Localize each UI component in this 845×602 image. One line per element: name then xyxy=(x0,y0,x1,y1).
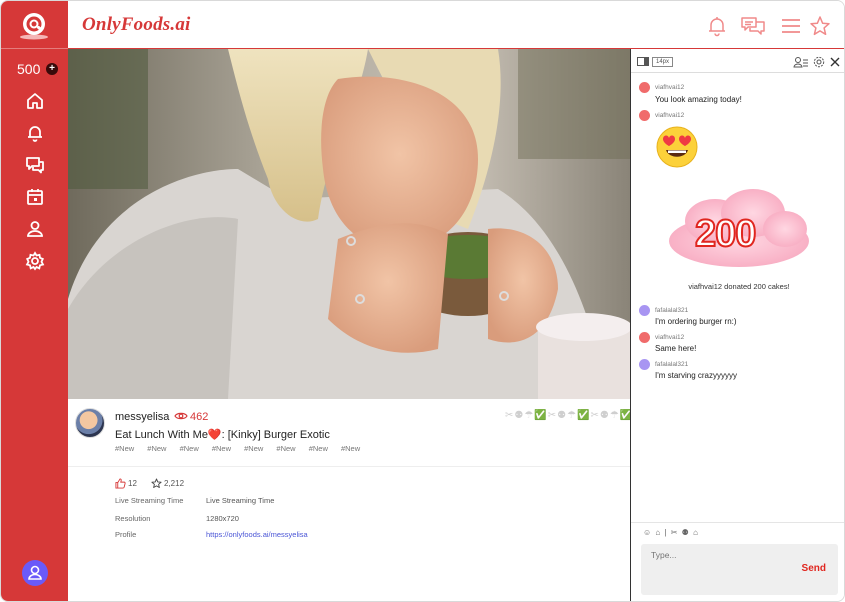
bell-icon[interactable] xyxy=(706,15,728,37)
chat-message: I'm starving crazyyyyyy xyxy=(655,371,737,380)
gear-icon[interactable] xyxy=(813,56,825,68)
chat-message: You look amazing today! xyxy=(655,95,742,104)
logo-icon[interactable] xyxy=(18,12,50,40)
chat-message: Same here! xyxy=(655,344,697,353)
coin-balance: 500 xyxy=(17,61,41,77)
add-coins-button[interactable]: + xyxy=(46,63,58,75)
layout-toggle-icon[interactable] xyxy=(637,57,649,66)
calendar-icon[interactable] xyxy=(25,187,45,207)
top-header: OnlyFoods.ai xyxy=(68,1,844,49)
stream-info: messyelisa 462 Eat Lunch With Me❤️: [Kin… xyxy=(68,399,633,601)
streamer-name[interactable]: messyelisa xyxy=(115,411,169,423)
user-avatar-dot xyxy=(639,359,650,370)
user-avatar-dot xyxy=(639,82,650,93)
sidebar-divider xyxy=(1,48,68,49)
reaction-icons[interactable]: ✂⚉☂✅✂⚉☂✅✂⚉☂✅ xyxy=(505,410,633,421)
brand-logo-text[interactable]: OnlyFoods.ai xyxy=(82,14,191,36)
tag[interactable]: #New xyxy=(309,444,328,453)
star-icon[interactable] xyxy=(809,15,831,37)
tag[interactable]: #New xyxy=(244,444,263,453)
live-video-player[interactable] xyxy=(68,49,630,399)
chat-username[interactable]: viafhvai12 xyxy=(655,84,684,91)
tag[interactable]: #New xyxy=(115,444,134,453)
chat-divider xyxy=(631,522,844,523)
menu-icon[interactable] xyxy=(780,15,802,37)
app-window: 500 + OnlyFoods.ai messyelisa 462 Eat Lu… xyxy=(0,0,845,602)
chat-panel: 14px viafhvai12 You look amazing today! … xyxy=(630,49,844,601)
send-button[interactable]: Send xyxy=(802,563,826,574)
user-avatar-dot xyxy=(639,305,650,316)
thumbs-up-icon[interactable] xyxy=(115,478,126,489)
tag-list: #New #New #New #New #New #New #New #New xyxy=(115,444,371,453)
chat-username[interactable]: fafalalal321 xyxy=(655,361,688,368)
chat-toolbar: 14px xyxy=(631,49,844,73)
chat-icon[interactable] xyxy=(25,155,45,175)
video-frame-image xyxy=(68,49,630,399)
info-divider xyxy=(68,466,630,467)
user-icon[interactable] xyxy=(25,219,45,239)
profile-avatar[interactable] xyxy=(22,560,48,586)
chat-username[interactable]: viafhvai12 xyxy=(655,334,684,341)
favorite-count: 2,212 xyxy=(164,479,185,488)
user-avatar-dot xyxy=(639,110,650,121)
meta-value: 1280x720 xyxy=(206,514,239,523)
sidebar: 500 + xyxy=(1,1,68,601)
tag[interactable]: #New xyxy=(147,444,166,453)
streamer-avatar[interactable] xyxy=(75,408,105,438)
eye-icon xyxy=(174,412,188,420)
chat-tools[interactable]: ☺ ⌂ | ✂ ⚉ ⌂ xyxy=(643,528,699,537)
close-icon[interactable] xyxy=(829,56,841,68)
chat-input-box: Send xyxy=(641,544,838,595)
meta-label: Live Streaming Time xyxy=(115,496,184,505)
profile-link[interactable]: https://onlyfoods.ai/messyelisa xyxy=(206,530,308,539)
font-size-select[interactable]: 14px xyxy=(652,57,674,67)
view-count: 462 xyxy=(190,411,209,423)
like-count: 12 xyxy=(128,479,137,488)
tag[interactable]: #New xyxy=(276,444,295,453)
gear-icon[interactable] xyxy=(25,251,45,271)
chat-username[interactable]: viafhvai12 xyxy=(655,112,684,119)
stream-title: Eat Lunch With Me❤️: [Kinky] Burger Exot… xyxy=(115,429,330,441)
bell-icon[interactable] xyxy=(25,123,45,143)
tag[interactable]: #New xyxy=(341,444,360,453)
chat-input[interactable] xyxy=(641,544,791,595)
meta-value: Live Streaming Time xyxy=(206,496,275,505)
star-icon[interactable] xyxy=(151,478,162,489)
meta-label: Profile xyxy=(115,530,137,539)
heart-eyes-emoji-icon xyxy=(656,126,698,168)
messages-icon[interactable] xyxy=(740,15,766,37)
tag[interactable]: #New xyxy=(212,444,231,453)
chat-username[interactable]: fafalalal321 xyxy=(655,307,688,314)
donation-message: viafhvai12 donated 200 cakes! xyxy=(688,282,790,291)
chat-message: I'm ordering burger rn:) xyxy=(655,317,737,326)
user-list-icon[interactable] xyxy=(793,56,809,68)
home-icon[interactable] xyxy=(25,91,45,111)
user-avatar-dot xyxy=(639,332,650,343)
tag[interactable]: #New xyxy=(180,444,199,453)
meta-label: Resolution xyxy=(115,514,151,523)
donation-amount: 200 xyxy=(694,212,757,256)
avatar-icon xyxy=(28,565,42,580)
